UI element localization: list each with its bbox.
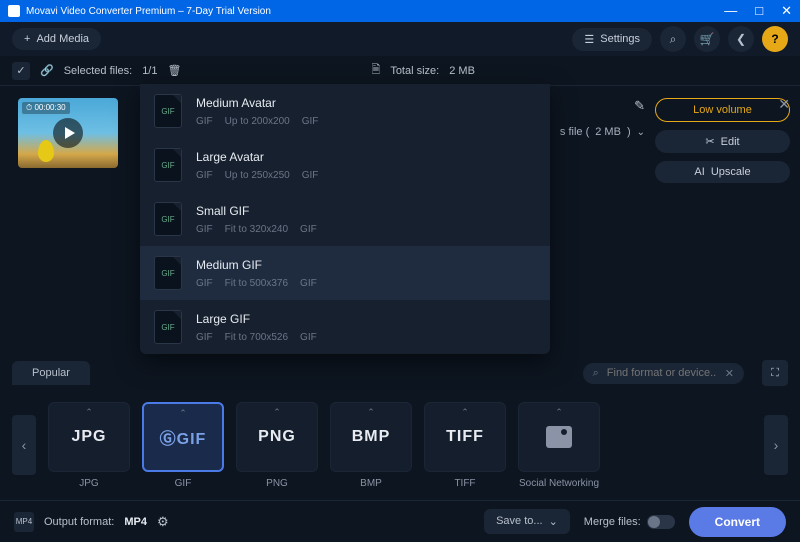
preset-item[interactable]: GIF Large AvatarGIFUp to 250x250GIF <box>140 138 550 192</box>
chevron-up-icon: ⌃ <box>273 407 281 418</box>
app-logo-icon <box>8 5 20 17</box>
format-tile-png[interactable]: ⌃PNGPNG <box>236 402 318 489</box>
preset-item[interactable]: GIF Medium GIFGIFFit to 500x376GIF <box>140 246 550 300</box>
close-button[interactable]: ✕ <box>781 3 792 19</box>
chevron-up-icon: ⌃ <box>179 408 187 419</box>
content-area: ✓ ⏱ 00:00:30 ✎ s file (2 MB) ⌄ ✕ Low vol… <box>0 86 800 356</box>
gif-file-icon: GIF <box>154 148 182 182</box>
file-icon: 🗎 <box>371 61 380 80</box>
format-tile-bmp[interactable]: ⌃BMPBMP <box>330 402 412 489</box>
chevron-up-icon: ⌃ <box>555 407 563 418</box>
scissors-icon: ✂ <box>705 135 714 148</box>
preset-item[interactable]: GIF Large GIFGIFFit to 700x526GIF <box>140 300 550 354</box>
cart-icon: 🛒 <box>700 32 715 46</box>
compress-info[interactable]: s file (2 MB) ⌄ <box>560 126 645 138</box>
format-tile-social[interactable]: ⌃Social Networking <box>518 402 600 489</box>
search-icon: ⌕ <box>670 32 677 47</box>
preset-item[interactable]: GIF Small GIFGIFFit to 320x240GIF <box>140 192 550 246</box>
minimize-button[interactable]: — <box>724 3 737 19</box>
format-tile-jpg[interactable]: ⌃JPGJPG <box>48 402 130 489</box>
search-input[interactable] <box>607 367 717 379</box>
preset-name: Medium GIF <box>196 258 317 272</box>
format-search[interactable]: ⌕ ✕ <box>583 363 744 384</box>
file-actions-panel: ✕ Low volume ✂Edit AIUpscale <box>655 98 790 183</box>
preset-name: Large GIF <box>196 312 317 326</box>
output-format-label: Output format: <box>44 516 114 528</box>
sliders-icon: ☰ <box>584 33 594 46</box>
plus-icon: + <box>24 33 30 45</box>
save-to-button[interactable]: Save to...⌄ <box>484 509 570 534</box>
search-icon: ⌕ <box>593 367 599 380</box>
gif-file-icon: GIF <box>154 202 182 236</box>
carousel-next-button[interactable]: › <box>764 415 788 475</box>
preset-name: Medium Avatar <box>196 96 318 110</box>
format-tabrow: Popular ⌕ ✕ ⛶ <box>0 356 800 390</box>
output-settings-button[interactable]: ⚙ <box>157 514 169 530</box>
select-all-checkbox[interactable]: ✓ <box>12 62 30 80</box>
expand-button[interactable]: ⛶ <box>762 360 788 386</box>
format-tile-tiff[interactable]: ⌃TIFFTIFF <box>424 402 506 489</box>
gif-file-icon: GIF <box>154 310 182 344</box>
expand-icon: ⛶ <box>771 367 779 380</box>
share-icon: ❮ <box>736 32 746 46</box>
main-toolbar: + Add Media ☰ Settings ⌕ 🛒 ❮ ? <box>0 22 800 56</box>
settings-button[interactable]: ☰ Settings <box>572 28 652 51</box>
edit-button[interactable]: ✂Edit <box>655 130 790 153</box>
output-format-icon: MP4 <box>14 512 34 532</box>
format-tile-gif[interactable]: ⌃ⒼGIFGIF <box>142 402 224 489</box>
preset-dropdown: GIF Medium AvatarGIFUp to 200x200GIF GIF… <box>140 84 550 354</box>
chevron-down-icon: ⌄ <box>549 515 558 528</box>
preset-item[interactable]: GIF Medium AvatarGIFUp to 200x200GIF <box>140 84 550 138</box>
footer: MP4 Output format: MP4 ⚙ Save to...⌄ Mer… <box>0 500 800 542</box>
window-title: Movavi Video Converter Premium – 7-Day T… <box>26 6 271 17</box>
share-button[interactable]: ❮ <box>728 26 754 52</box>
camera-icon <box>546 426 572 448</box>
total-size-value: 2 MB <box>449 65 475 77</box>
trash-icon[interactable]: 🗑 <box>167 64 181 77</box>
chevron-down-icon[interactable]: ⌄ <box>637 127 645 138</box>
carousel-prev-button[interactable]: ‹ <box>12 415 36 475</box>
preset-name: Large Avatar <box>196 150 318 164</box>
duration-badge: ⏱ 00:00:30 <box>22 102 70 114</box>
play-button[interactable] <box>53 118 83 148</box>
clear-search-button[interactable]: ✕ <box>725 367 734 380</box>
clock-icon: ⏱ <box>26 103 32 112</box>
remove-file-button[interactable]: ✕ <box>778 96 790 113</box>
chevron-up-icon: ⌃ <box>367 407 375 418</box>
cart-button[interactable]: 🛒 <box>694 26 720 52</box>
help-button[interactable]: ? <box>762 26 788 52</box>
statusbar: ✓ 🔗 Selected files: 1/1 🗑 🗎 Total size: … <box>0 56 800 86</box>
add-media-label: Add Media <box>36 33 89 45</box>
balloon-graphic <box>38 140 54 162</box>
selected-files-count: 1/1 <box>142 65 157 77</box>
preset-name: Small GIF <box>196 204 317 218</box>
upscale-button[interactable]: AIUpscale <box>655 161 790 183</box>
gif-file-icon: GIF <box>154 94 182 128</box>
format-carousel: ‹ ⌃JPGJPG ⌃ⒼGIFGIF ⌃PNGPNG ⌃BMPBMP ⌃TIFF… <box>0 390 800 500</box>
help-icon: ? <box>771 32 778 46</box>
add-media-button[interactable]: + Add Media <box>12 28 101 50</box>
gif-file-icon: GIF <box>154 256 182 290</box>
selected-files-label: Selected files: <box>64 65 132 77</box>
pencil-icon[interactable]: ✎ <box>634 98 645 114</box>
video-thumbnail[interactable]: ✓ ⏱ 00:00:30 <box>18 98 118 168</box>
toggle-switch[interactable] <box>647 515 675 529</box>
titlebar: Movavi Video Converter Premium – 7-Day T… <box>0 0 800 22</box>
output-format-value: MP4 <box>124 516 147 528</box>
link-icon: 🔗 <box>40 64 54 77</box>
chevron-up-icon: ⌃ <box>85 407 93 418</box>
ai-icon: AI <box>694 166 704 178</box>
low-volume-button[interactable]: Low volume <box>655 98 790 122</box>
merge-files-toggle[interactable]: Merge files: <box>584 515 675 529</box>
settings-label: Settings <box>600 33 640 45</box>
maximize-button[interactable]: □ <box>755 3 763 19</box>
convert-button[interactable]: Convert <box>689 507 786 537</box>
chevron-up-icon: ⌃ <box>461 407 469 418</box>
total-size-label: Total size: <box>390 65 439 77</box>
tab-popular[interactable]: Popular <box>12 361 90 385</box>
search-button[interactable]: ⌕ <box>660 26 686 52</box>
